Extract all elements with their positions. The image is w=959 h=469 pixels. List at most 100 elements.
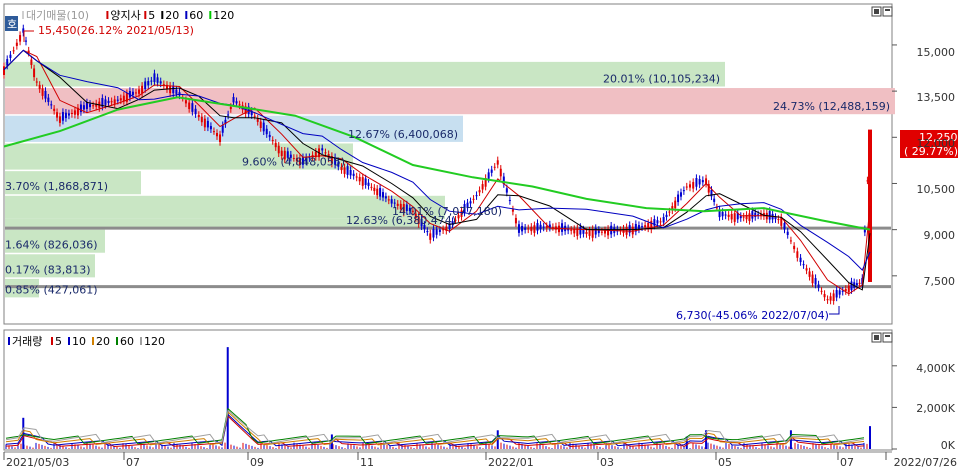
candle-body (19, 35, 22, 42)
candle-body (656, 220, 659, 224)
supply-zone-label: 0.85% (427,061) (5, 283, 98, 296)
stock-chart: 20.01% (10,105,234) 24.73% (12,488,159) 12… (3, 3, 958, 469)
candle-body (50, 104, 53, 106)
candle-body (235, 101, 238, 104)
candle-body (15, 42, 18, 46)
candle-body (232, 96, 235, 103)
candle-body (724, 214, 727, 216)
candle-body (349, 169, 352, 176)
price-tick-3: 12,000 (917, 137, 956, 150)
volume-maximize-button[interactable] (882, 332, 893, 343)
candle-body (147, 81, 150, 86)
candle-body (144, 81, 147, 90)
candle-body (253, 115, 256, 117)
candle-body (472, 198, 475, 200)
volume-legend-label: 10 (72, 335, 86, 348)
candle-body (823, 293, 826, 298)
legend-swatch (209, 11, 212, 19)
candle-body (561, 223, 564, 232)
candle-body (850, 281, 853, 291)
candle-body (206, 120, 209, 128)
x-tick-label: 05 (718, 456, 732, 469)
candle-body (786, 231, 789, 235)
volume-legend-label: 120 (144, 335, 165, 348)
candle-body (221, 125, 224, 133)
volume-legend-swatch (116, 337, 118, 345)
candle-body (41, 88, 44, 96)
x-tick-label: 09 (250, 456, 264, 469)
candle-body (768, 210, 771, 220)
candle-body (527, 228, 530, 230)
legend-label: 대기매물(10) (26, 9, 89, 22)
candle-body (591, 229, 594, 238)
candle-body (429, 233, 432, 240)
candle-body (212, 131, 215, 133)
candle-body (153, 73, 156, 83)
volume-y-axis: 4,000K 2,000K 0K (916, 362, 955, 452)
supply-zone-label: 12.67% (6,400,068) (348, 128, 458, 141)
supply-zone-label: 24.73% (12,488,159) (773, 100, 890, 113)
high-price-note: 15,450(26.12% 2021/05/13) (38, 24, 194, 37)
volume-legend-label: 거래량 (12, 335, 42, 348)
chart-type-badge-label: 호 (7, 18, 17, 31)
candle-body (390, 199, 393, 204)
candle-body (35, 81, 38, 83)
volume-legend-label: 20 (96, 335, 110, 348)
price-tick-1: 15,000 (917, 46, 956, 59)
candle-body (751, 211, 754, 219)
candle-body (594, 228, 597, 235)
candle-body (682, 190, 685, 192)
candle-body (688, 184, 691, 188)
candle-body (367, 182, 370, 186)
candle-body (110, 101, 113, 103)
candle-body (159, 81, 162, 84)
legend-swatch (106, 11, 109, 19)
candle-body (79, 104, 82, 113)
x-tick-label: 07 (840, 456, 854, 469)
price-legend: 대기매물(10) 양지사 5 20 60 120 (22, 9, 234, 22)
candle-body (33, 68, 36, 78)
candle-body (727, 214, 730, 217)
candle-body (811, 274, 814, 284)
candle-body (481, 184, 484, 190)
candle-body (321, 148, 324, 151)
candle-body (829, 296, 832, 301)
x-tick-label: 07 (126, 456, 140, 469)
candle-body (355, 176, 358, 178)
candle-body (533, 225, 536, 233)
candle-body (188, 102, 191, 110)
candle-body (820, 290, 823, 292)
price-tick-6: 7,500 (924, 275, 956, 288)
candle-body (802, 264, 805, 266)
candle-body (268, 134, 271, 138)
candle-body (352, 173, 355, 176)
candle-body (826, 299, 829, 301)
candle-body (432, 228, 435, 238)
candle-body (122, 95, 125, 102)
supply-zone-label: 3.70% (1,868,871) (5, 180, 108, 193)
candle-body (835, 289, 838, 298)
candle-body (808, 271, 811, 277)
volume-legend-swatch (51, 337, 53, 345)
candle-body (24, 40, 27, 42)
candle-body (496, 160, 499, 165)
candle-body (662, 217, 665, 223)
volume-panel (3, 329, 893, 451)
candle-body (530, 226, 533, 232)
candle-body (585, 231, 588, 235)
price-tick-5: 9,000 (924, 229, 956, 242)
candle-body (748, 213, 751, 221)
volume-legend-swatch (8, 337, 10, 345)
candle-body (665, 214, 668, 217)
legend-label: 60 (189, 9, 203, 22)
maximize-button[interactable] (882, 6, 893, 17)
legend-swatch (22, 11, 24, 19)
candle-body (227, 114, 230, 116)
candle-body (92, 105, 95, 107)
candle-body (570, 229, 573, 231)
candle-body (796, 251, 799, 258)
candle-body (542, 226, 545, 228)
candle-body (799, 257, 802, 263)
candle-body (698, 179, 701, 185)
candle-body (209, 126, 212, 130)
